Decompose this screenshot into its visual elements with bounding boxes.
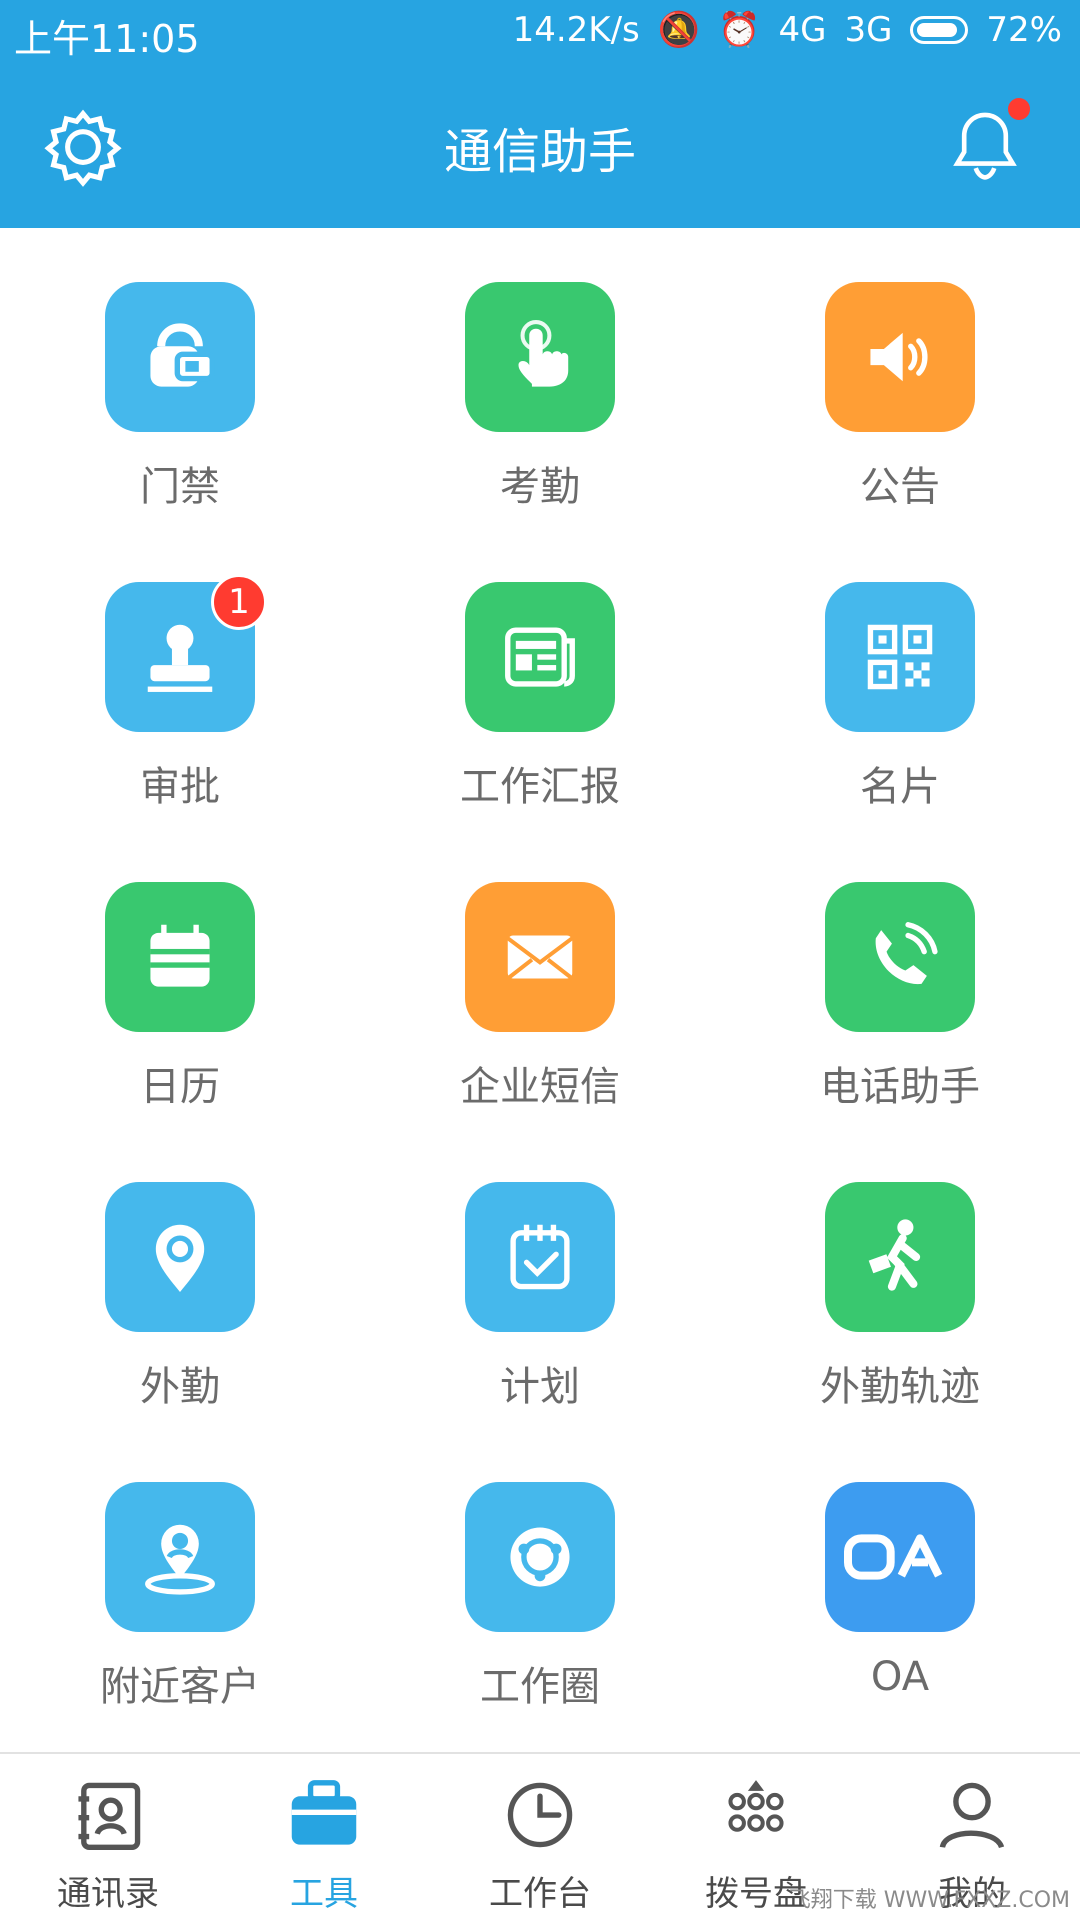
field-track-icon-box <box>825 1182 975 1332</box>
tile-label: 企业短信 <box>460 1064 620 1110</box>
work-circle-icon <box>510 1527 570 1587</box>
tile-business-card[interactable]: 名片 <box>720 528 1080 828</box>
tile-label: 考勤 <box>500 464 580 510</box>
tile-label: 附近客户 <box>100 1664 260 1710</box>
nav-label: 工具 <box>290 1874 358 1914</box>
toolbox-icon <box>291 1780 357 1845</box>
phone-icon <box>875 922 938 985</box>
business-card-icon-box <box>825 582 975 732</box>
notification-dot <box>1008 98 1030 120</box>
stamp-icon <box>147 624 213 692</box>
battery-percent: 72% <box>986 10 1062 50</box>
bottom-nav: 通讯录 工具 工作台 拨号盘 我的 飞翔下载 WWW.FXXZ.COM <box>0 1752 1080 1922</box>
nav-tools[interactable]: 工具 <box>216 1754 432 1922</box>
field-work-icon-box <box>105 1182 255 1332</box>
nav-workbench[interactable]: 工作台 <box>432 1754 648 1922</box>
mail-icon <box>506 935 574 981</box>
alarm-icon: ⏰ <box>718 10 761 50</box>
oa-icon <box>844 1534 943 1580</box>
tile-label: 工作汇报 <box>460 764 620 810</box>
status-bar: 上午11:05 14.2K/s 🔕 ⏰ 4G 3G 72% <box>0 0 1080 66</box>
speaker-icon <box>870 332 928 382</box>
tile-label: 电话助手 <box>820 1064 980 1110</box>
tile-work-circle[interactable]: 工作圈 <box>360 1428 720 1728</box>
tile-nearby-customers[interactable]: 附近客户 <box>0 1428 360 1728</box>
tile-label: 审批 <box>140 764 220 810</box>
tile-label: OA <box>870 1654 930 1700</box>
network-3g: 3G <box>844 10 893 50</box>
tile-announcement[interactable]: 公告 <box>720 228 1080 528</box>
tile-field-work[interactable]: 外勤 <box>0 1128 360 1428</box>
plan-icon-box <box>465 1182 615 1332</box>
location-pin-icon <box>155 1224 205 1292</box>
sms-icon-box <box>465 882 615 1032</box>
nav-label: 通讯录 <box>57 1874 159 1914</box>
tile-label: 外勤轨迹 <box>820 1364 980 1410</box>
announcement-icon-box <box>825 282 975 432</box>
nav-label: 工作台 <box>489 1874 591 1914</box>
touch-icon <box>518 320 569 387</box>
tile-access-control[interactable]: 门禁 <box>0 228 360 528</box>
phone-assistant-icon-box <box>825 882 975 1032</box>
mute-icon: 🔕 <box>657 10 701 50</box>
clock-icon <box>507 1782 573 1848</box>
status-time: 上午11:05 <box>14 17 200 61</box>
tile-attendance[interactable]: 考勤 <box>360 228 720 528</box>
tile-label: 公告 <box>860 464 940 510</box>
tile-label: 计划 <box>500 1364 580 1410</box>
battery-icon <box>910 16 969 44</box>
tile-approval[interactable]: 1 审批 <box>0 528 360 828</box>
notifications-bell-icon[interactable] <box>948 108 1022 182</box>
tile-oa[interactable]: OA <box>720 1428 1080 1728</box>
access-control-icon <box>150 323 215 387</box>
walking-person-icon <box>868 1219 921 1291</box>
tile-label: 外勤 <box>140 1364 220 1410</box>
tile-phone-assistant[interactable]: 电话助手 <box>720 828 1080 1128</box>
calendar-icon <box>150 924 210 987</box>
calendar-icon-box <box>105 882 255 1032</box>
work-circle-icon-box <box>465 1482 615 1632</box>
tile-label: 工作圈 <box>480 1664 600 1710</box>
network-4g: 4G <box>778 10 827 50</box>
tile-plan[interactable]: 计划 <box>360 1128 720 1428</box>
nav-contacts[interactable]: 通讯录 <box>0 1754 216 1922</box>
tile-work-report[interactable]: 工作汇报 <box>360 528 720 828</box>
work-report-icon-box <box>465 582 615 732</box>
page-title: 通信助手 <box>443 124 636 180</box>
tile-label: 门禁 <box>140 464 220 510</box>
tile-enterprise-sms[interactable]: 企业短信 <box>360 828 720 1128</box>
status-indicators: 14.2K/s 🔕 ⏰ 4G 3G 72% <box>513 10 1062 50</box>
dialpad-icon <box>728 1780 784 1832</box>
net-speed: 14.2K/s <box>512 10 640 50</box>
user-icon <box>939 1782 1005 1849</box>
tools-grid: 门禁 考勤 公告 1 审批 工作汇报 名片 日历 企业短信 电话助手 外勤 计划… <box>0 228 1080 1752</box>
nearby-customer-icon <box>145 1524 215 1595</box>
tile-label: 日历 <box>140 1064 220 1110</box>
access-control-icon-box <box>105 282 255 432</box>
oa-icon-box <box>825 1482 975 1632</box>
approval-badge: 1 <box>211 574 267 630</box>
tile-label: 名片 <box>860 764 940 810</box>
tile-calendar[interactable]: 日历 <box>0 828 360 1128</box>
watermark-text: 飞翔下载 WWW.FXXZ.COM <box>788 1888 1070 1913</box>
contacts-icon <box>78 1782 141 1850</box>
newspaper-icon <box>505 627 575 687</box>
attendance-icon-box <box>465 282 615 432</box>
app-header: 上午11:05 14.2K/s 🔕 ⏰ 4G 3G 72% 通信助手 <box>0 0 1080 228</box>
tile-field-track[interactable]: 外勤轨迹 <box>720 1128 1080 1428</box>
approval-icon-box: 1 <box>105 574 267 732</box>
plan-calendar-icon <box>510 1224 570 1290</box>
nearby-customers-icon-box <box>105 1482 255 1632</box>
qr-code-icon <box>867 624 933 690</box>
